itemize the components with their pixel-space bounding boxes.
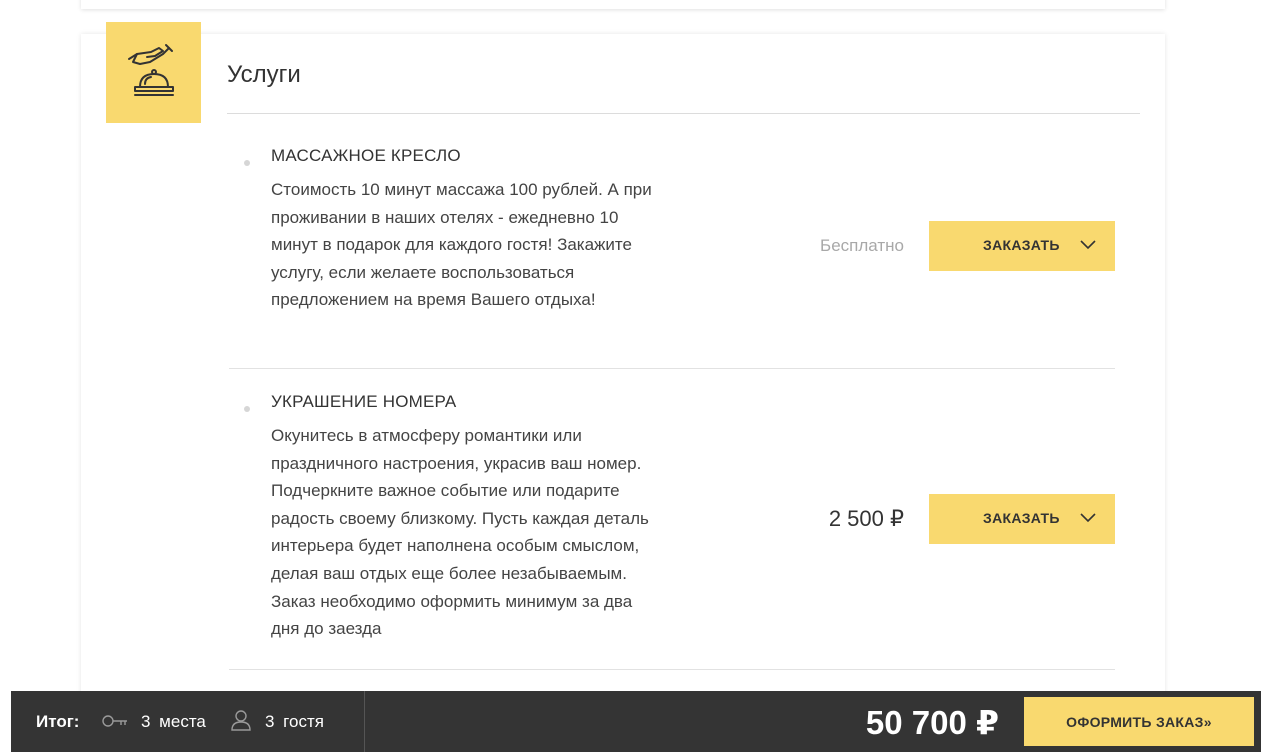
key-icon	[102, 715, 127, 727]
previous-card	[81, 0, 1165, 9]
service-description: Окунитесь в атмосферу романтики или праз…	[271, 426, 649, 639]
services-card: Услуги МАССАЖНОЕ КРЕСЛО Стоимость 10 мин…	[81, 22, 1165, 752]
divider	[364, 691, 365, 752]
guests-count: 3 гостя	[265, 712, 324, 731]
service-item-massage-chair: МАССАЖНОЕ КРЕСЛО Стоимость 10 минут масс…	[229, 146, 1115, 369]
service-name: УКРАШЕНИЕ НОМЕРА	[271, 392, 457, 411]
places-count: 3 места	[141, 712, 206, 731]
order-button-label: ЗАКАЗАТЬ	[983, 510, 1060, 526]
chevron-down-icon	[1080, 240, 1096, 250]
order-summary-bar: Итог: 3 места 3 гостя 50 700 ₽ ОФОРМИТЬ …	[11, 691, 1261, 752]
total-label: Итог:	[36, 712, 80, 731]
section-title: Услуги	[227, 61, 301, 88]
checkout-button[interactable]: ОФОРМИТЬ ЗАКАЗ»	[1024, 697, 1254, 746]
order-button[interactable]: ЗАКАЗАТЬ	[929, 221, 1115, 271]
service-name: МАССАЖНОЕ КРЕСЛО	[271, 146, 461, 165]
section-divider	[227, 113, 1140, 114]
chevron-down-icon	[1080, 513, 1096, 523]
service-divider	[229, 669, 1115, 670]
reception-bell-icon	[106, 22, 201, 123]
page: Услуги МАССАЖНОЕ КРЕСЛО Стоимость 10 мин…	[0, 0, 1269, 752]
service-divider	[229, 368, 1115, 369]
order-button[interactable]: ЗАКАЗАТЬ	[929, 494, 1115, 544]
total-sum: 50 700 ₽	[865, 704, 999, 741]
service-price: Бесплатно	[820, 236, 904, 255]
order-button-label: ЗАКАЗАТЬ	[983, 237, 1060, 253]
service-price: 2 500 ₽	[828, 506, 904, 531]
user-icon	[231, 710, 251, 731]
service-description: Стоимость 10 минут массажа 100 рублей. А…	[271, 180, 652, 310]
service-item-room-decoration: УКРАШЕНИЕ НОМЕРА Окунитесь в атмосферу р…	[229, 392, 1115, 670]
bullet	[244, 160, 250, 166]
bullet	[244, 406, 250, 412]
